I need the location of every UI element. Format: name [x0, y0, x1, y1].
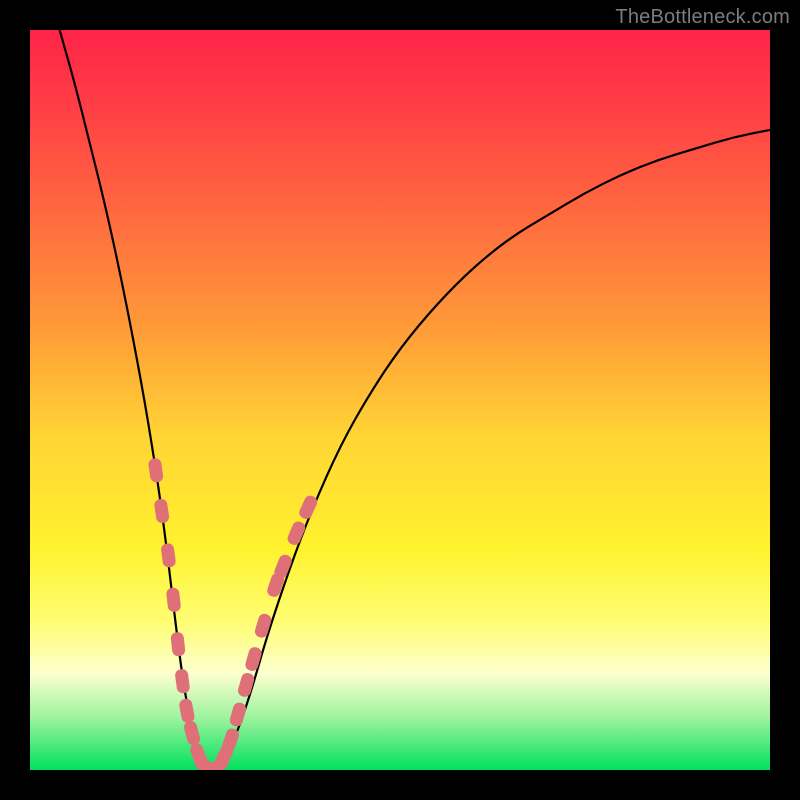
bead-marker [237, 672, 256, 699]
bead-marker [253, 612, 272, 639]
watermark-text: TheBottleneck.com [615, 6, 790, 29]
bead-marker [244, 646, 263, 673]
chart-svg [30, 30, 770, 770]
bead-marker [178, 698, 195, 724]
bead-marker [160, 543, 176, 569]
bead-marker [154, 498, 170, 524]
bead-marker [174, 668, 190, 694]
bead-marker [183, 720, 202, 747]
bead-marker [170, 632, 186, 657]
bead-marker [228, 701, 247, 728]
bead-marker [297, 494, 319, 521]
bead-marker [166, 587, 182, 612]
bead-marker [148, 457, 164, 483]
bottleneck-curve [60, 30, 770, 770]
chart-frame: TheBottleneck.com [0, 0, 800, 800]
